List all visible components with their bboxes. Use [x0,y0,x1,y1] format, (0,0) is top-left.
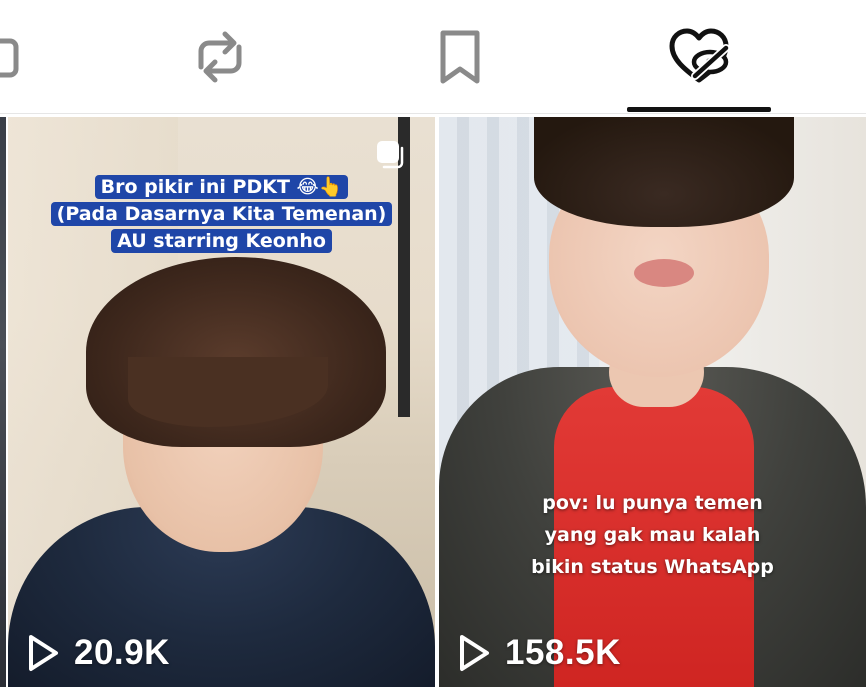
video-thumbnail[interactable]: pov: lu punya temen yang gak mau kalah b… [439,117,866,687]
tab-reposts[interactable] [148,0,292,114]
tab-liked[interactable] [627,0,771,114]
profile-tab-bar [0,0,866,117]
thumbnail-image [439,117,866,687]
repost-icon [198,31,242,83]
multi-photo-icon [377,141,404,169]
view-count-value: 158.5K [505,633,621,672]
video-caption: Bro pikir ini PDKT 😂👆 (Pada Dasarnya Kit… [8,175,435,253]
play-icon [29,635,58,671]
caption-line: (Pada Dasarnya Kita Temenan) [50,202,393,226]
view-count-value: 20.9K [74,633,170,672]
video-caption: pov: lu punya temen yang gak mau kalah b… [439,489,866,582]
view-count: 158.5K [457,633,621,673]
caption-line: yang gak mau kalah [544,524,761,546]
tab-favorites[interactable] [388,0,532,114]
liked-videos-grid: Bro pikir ini PDKT 😂👆 (Pada Dasarnya Kit… [0,117,866,691]
play-icon [460,635,489,671]
caption-line: AU starring Keonho [111,229,332,253]
tab-videos[interactable] [0,0,40,114]
caption-line: pov: lu punya temen [542,492,763,514]
video-thumbnail[interactable]: Bro pikir ini PDKT 😂👆 (Pada Dasarnya Kit… [8,117,435,687]
caption-line: Bro pikir ini PDKT 😂👆 [94,175,349,199]
tabbar-divider [0,113,866,114]
liked-heart-hidden-icon [669,28,730,83]
caption-line: bikin status WhatsApp [531,556,774,578]
view-count: 20.9K [26,633,170,673]
video-thumbnail-partial[interactable] [0,117,6,687]
grid-icon [0,38,19,78]
bookmark-icon [440,30,480,84]
active-tab-indicator [627,107,771,112]
